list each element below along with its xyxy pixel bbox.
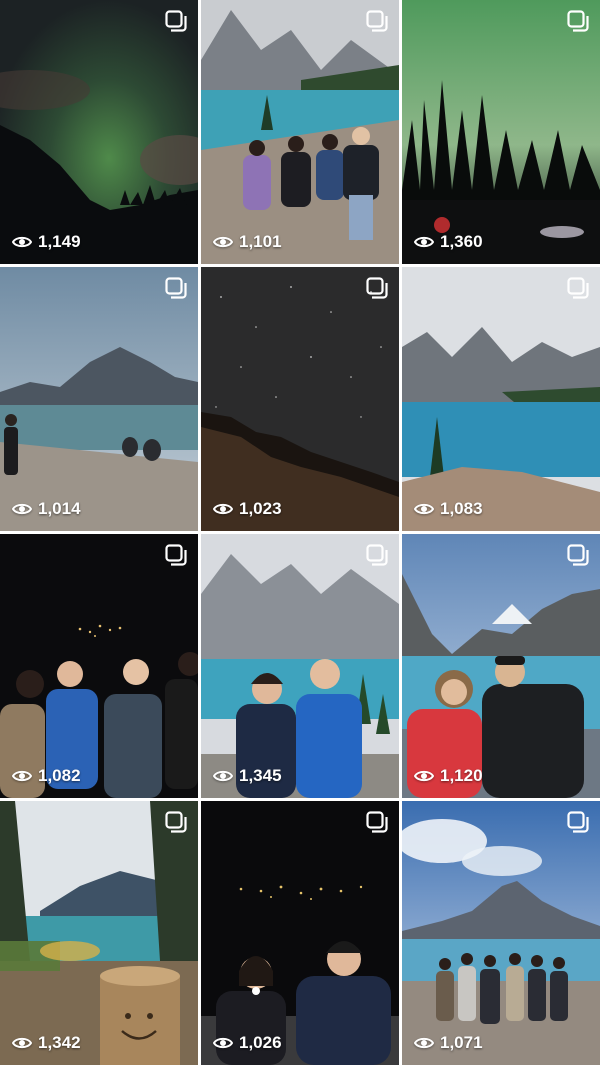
view-count: 1,014 bbox=[12, 499, 81, 519]
carousel-icon bbox=[365, 810, 389, 834]
post-tile[interactable]: 1,014 bbox=[0, 267, 198, 531]
eye-icon bbox=[213, 1036, 233, 1050]
eye-icon bbox=[414, 769, 434, 783]
view-count: 1,120 bbox=[414, 766, 483, 786]
eye-icon bbox=[213, 235, 233, 249]
view-count-label: 1,360 bbox=[440, 232, 483, 251]
view-count-label: 1,101 bbox=[239, 232, 282, 251]
post-thumbnail bbox=[402, 267, 600, 531]
carousel-icon bbox=[164, 810, 188, 834]
post-tile[interactable]: 1,083 bbox=[402, 267, 600, 531]
post-thumbnail bbox=[201, 801, 399, 1065]
post-thumbnail bbox=[0, 801, 198, 1065]
view-count-label: 1,071 bbox=[440, 1033, 483, 1052]
view-count-label: 1,023 bbox=[239, 499, 282, 518]
eye-icon bbox=[414, 1036, 434, 1050]
post-tile[interactable]: 1,023 bbox=[201, 267, 399, 531]
post-thumbnail bbox=[201, 267, 399, 531]
post-thumbnail bbox=[402, 801, 600, 1065]
view-count-label: 1,082 bbox=[38, 766, 81, 785]
carousel-icon bbox=[164, 9, 188, 33]
carousel-icon bbox=[365, 9, 389, 33]
view-count-label: 1,345 bbox=[239, 766, 282, 785]
post-tile[interactable]: 1,101 bbox=[201, 0, 399, 264]
view-count: 1,345 bbox=[213, 766, 282, 786]
view-count: 1,082 bbox=[12, 766, 81, 786]
post-grid: 1,149 1,101 1,360 1,014 1,023 1,083 1,08… bbox=[0, 0, 600, 1065]
eye-icon bbox=[12, 1036, 32, 1050]
eye-icon bbox=[414, 235, 434, 249]
eye-icon bbox=[12, 502, 32, 516]
post-thumbnail bbox=[0, 267, 198, 531]
view-count-label: 1,026 bbox=[239, 1033, 282, 1052]
eye-icon bbox=[12, 769, 32, 783]
view-count: 1,026 bbox=[213, 1033, 282, 1053]
post-tile[interactable]: 1,149 bbox=[0, 0, 198, 264]
eye-icon bbox=[12, 235, 32, 249]
eye-icon bbox=[414, 502, 434, 516]
view-count: 1,342 bbox=[12, 1033, 81, 1053]
post-tile[interactable]: 1,345 bbox=[201, 534, 399, 798]
carousel-icon bbox=[566, 9, 590, 33]
post-thumbnail bbox=[0, 534, 198, 798]
carousel-icon bbox=[365, 543, 389, 567]
post-tile[interactable]: 1,071 bbox=[402, 801, 600, 1065]
view-count: 1,101 bbox=[213, 232, 282, 252]
post-thumbnail bbox=[201, 0, 399, 264]
post-tile[interactable]: 1,342 bbox=[0, 801, 198, 1065]
post-thumbnail bbox=[402, 0, 600, 264]
post-thumbnail bbox=[0, 0, 198, 264]
post-tile[interactable]: 1,120 bbox=[402, 534, 600, 798]
view-count: 1,360 bbox=[414, 232, 483, 252]
view-count-label: 1,342 bbox=[38, 1033, 81, 1052]
carousel-icon bbox=[164, 543, 188, 567]
view-count-label: 1,014 bbox=[38, 499, 81, 518]
view-count-label: 1,149 bbox=[38, 232, 81, 251]
view-count: 1,083 bbox=[414, 499, 483, 519]
view-count: 1,071 bbox=[414, 1033, 483, 1053]
post-thumbnail bbox=[402, 534, 600, 798]
view-count: 1,023 bbox=[213, 499, 282, 519]
post-tile[interactable]: 1,026 bbox=[201, 801, 399, 1065]
carousel-icon bbox=[164, 276, 188, 300]
eye-icon bbox=[213, 769, 233, 783]
view-count-label: 1,120 bbox=[440, 766, 483, 785]
eye-icon bbox=[213, 502, 233, 516]
post-tile[interactable]: 1,360 bbox=[402, 0, 600, 264]
view-count: 1,149 bbox=[12, 232, 81, 252]
post-tile[interactable]: 1,082 bbox=[0, 534, 198, 798]
carousel-icon bbox=[365, 276, 389, 300]
view-count-label: 1,083 bbox=[440, 499, 483, 518]
carousel-icon bbox=[566, 276, 590, 300]
carousel-icon bbox=[566, 810, 590, 834]
post-thumbnail bbox=[201, 534, 399, 798]
carousel-icon bbox=[566, 543, 590, 567]
